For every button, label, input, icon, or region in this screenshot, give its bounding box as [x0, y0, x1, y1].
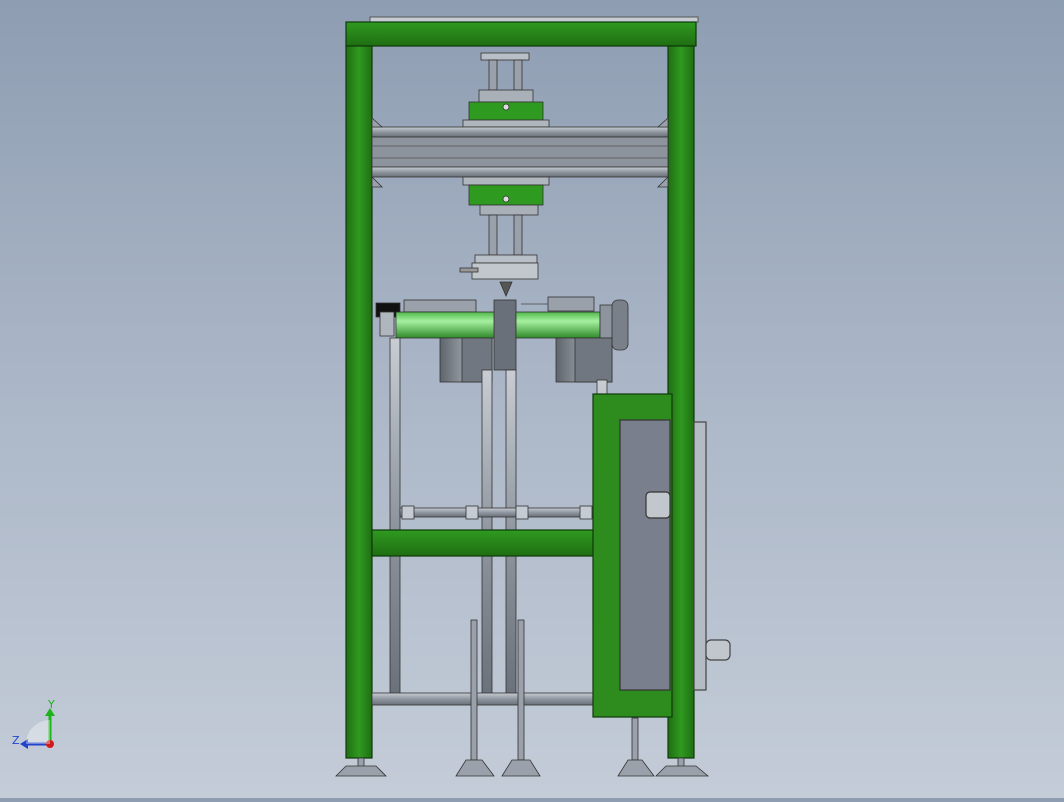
frame-top-beam: [345, 21, 697, 47]
triad-graphic: Y Z: [12, 698, 55, 749]
profile-columns: [389, 337, 608, 701]
z-axis-label: Z: [12, 734, 20, 747]
frame-top-cap: [369, 16, 699, 23]
upper-actuator: [462, 52, 550, 128]
frame-left-leg: [345, 45, 373, 759]
frame-mid-beam: [371, 529, 595, 557]
control-cabinet: [592, 393, 731, 718]
machine-model: [335, 16, 731, 777]
horizontal-rails: [399, 505, 597, 520]
lower-actuator: [459, 176, 550, 298]
y-axis-label: Y: [47, 700, 55, 711]
graphics-viewport[interactable]: [0, 0, 1064, 798]
motor-right: [555, 337, 613, 383]
coordinate-triad: Y Z: [8, 698, 68, 760]
